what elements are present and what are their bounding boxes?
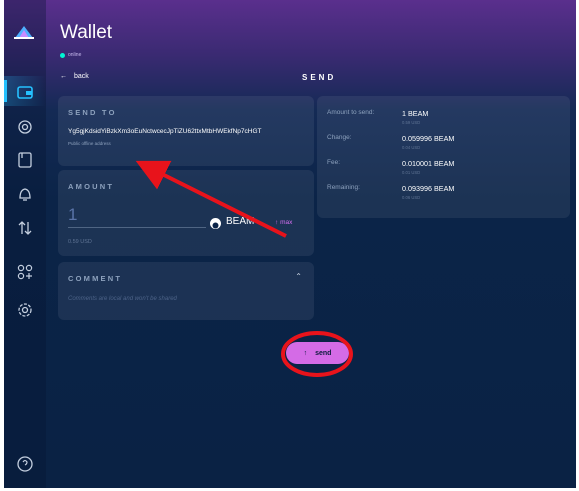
settings-icon[interactable]: [15, 300, 35, 320]
send-to-panel: SEND TO Yg5gjKdsidYiBzkXm3oEuNctwcecJpTi…: [58, 96, 314, 166]
dapps-icon[interactable]: [15, 262, 35, 282]
arrow-up-icon: ↑: [275, 219, 279, 226]
comment-panel: COMMENT ⌃ Comments are local and won't b…: [58, 262, 314, 320]
beam-logo-icon: [14, 26, 34, 39]
wallet-app: Wallet online ← back SEND SEND TO Yg5gjK…: [4, 0, 576, 488]
currency-label: BEAM: [226, 216, 255, 227]
summary-usd-change: 0.04 USD: [402, 145, 421, 150]
amount-usd-value: 0.59 USD: [68, 239, 92, 245]
address-type-label: Public offline address: [68, 141, 111, 146]
page-title: Wallet: [60, 22, 113, 43]
comment-input[interactable]: Comments are local and won't be shared: [68, 296, 302, 302]
summary-panel: Amount to send: 1 BEAM 0.59 USD Change: …: [317, 96, 570, 218]
status-text: online: [68, 52, 82, 58]
utxo-icon[interactable]: [15, 218, 35, 238]
send-heading: SEND: [302, 73, 337, 82]
comment-label: COMMENT: [68, 274, 123, 283]
arrow-left-icon: ←: [60, 73, 67, 80]
summary-usd-fee: 0.01 USD: [402, 170, 421, 175]
chevron-up-icon[interactable]: ⌃: [295, 272, 302, 281]
back-label: back: [74, 73, 89, 80]
recipient-address-field[interactable]: Yg5gjKdsidYiBzkXm3oEuNctwcecJpTiZU62ttxM…: [68, 128, 262, 135]
summary-row-amount: Amount to send: 1 BEAM: [327, 109, 429, 118]
summary-row-change: Change: 0.059996 BEAM: [327, 134, 455, 143]
max-label: max: [280, 219, 293, 226]
sidebar: [4, 0, 46, 488]
addresses-icon[interactable]: [15, 150, 35, 170]
send-label: send: [315, 349, 332, 357]
send-to-label: SEND TO: [68, 108, 117, 117]
amount-panel: AMOUNT 1 BEAM ↑ max 0.59 USD: [58, 170, 314, 256]
summary-row-fee: Fee: 0.010001 BEAM: [327, 159, 455, 168]
wallet-icon[interactable]: [15, 82, 35, 102]
online-dot-icon: [60, 52, 65, 58]
arrow-up-send-icon: ↑: [303, 349, 308, 357]
help-icon[interactable]: [15, 454, 35, 474]
amount-label: AMOUNT: [68, 182, 115, 191]
back-button[interactable]: ← back: [60, 73, 89, 80]
connection-status: online: [60, 52, 81, 58]
summary-usd-remaining: 0.06 USD: [402, 195, 421, 200]
summary-row-remaining: Remaining: 0.093996 BEAM: [327, 184, 455, 193]
amount-input[interactable]: 1: [68, 205, 206, 228]
beam-coin-icon: [210, 218, 221, 229]
notifications-icon[interactable]: [15, 184, 35, 204]
summary-usd-amount: 0.59 USD: [402, 120, 421, 125]
send-button[interactable]: ↑ send: [286, 342, 349, 364]
atomic-swap-icon[interactable]: [15, 117, 35, 137]
max-button[interactable]: ↑ max: [275, 219, 292, 226]
